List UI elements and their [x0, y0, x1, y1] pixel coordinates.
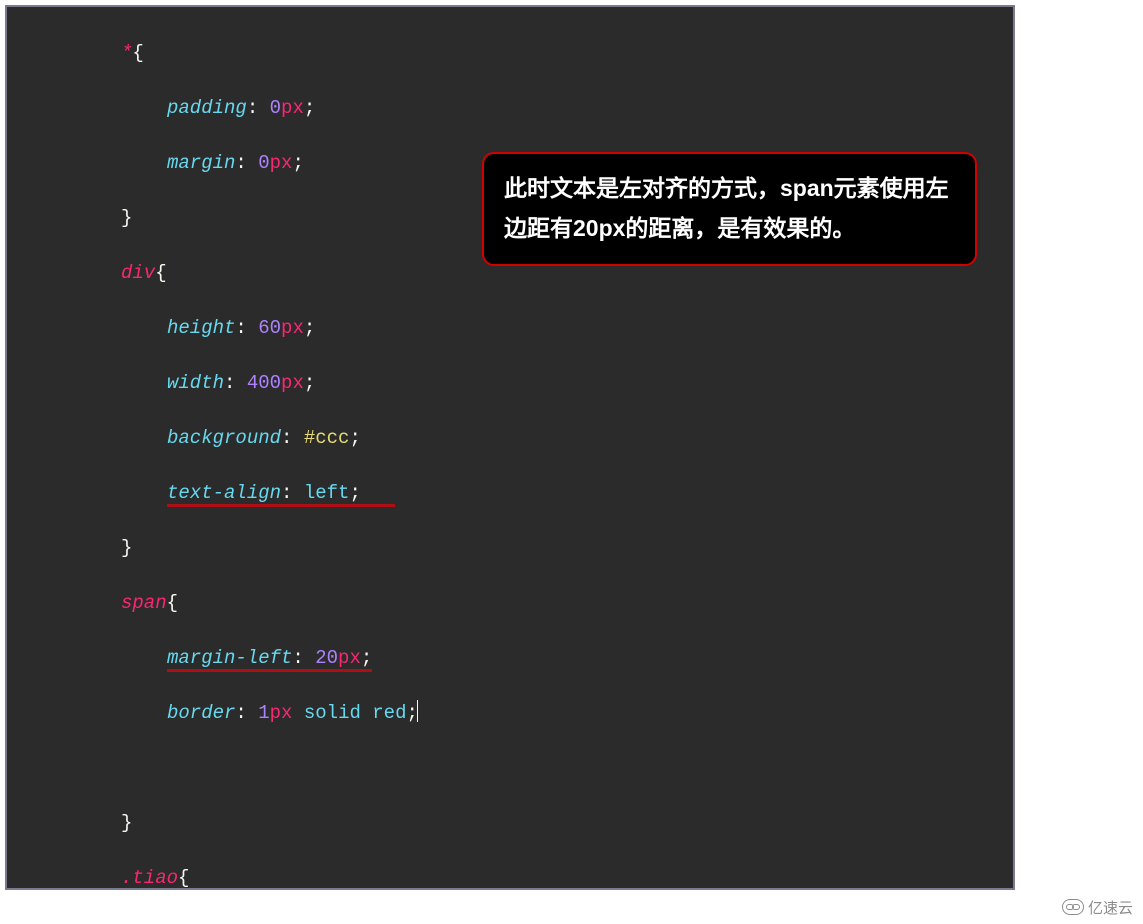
cloud-icon [1062, 899, 1084, 915]
code-editor-frame: *{ padding: 0px; margin: 0px; } div{ hei… [5, 5, 1015, 890]
annotation-callout: 此时文本是左对齐的方式，span元素使用左边距有20px的距离，是有效果的。 [482, 152, 977, 266]
underline-text-align: text-align: left; [167, 482, 395, 507]
underline-margin-left: margin-left: 20px; [167, 647, 372, 672]
annotation-text: 此时文本是左对齐的方式，span元素使用左边距有20px的距离，是有效果的。 [504, 175, 949, 241]
selector-star: * [121, 42, 132, 64]
code-area[interactable]: *{ padding: 0px; margin: 0px; } div{ hei… [7, 7, 1013, 890]
text-cursor [417, 700, 418, 722]
watermark: 亿速云 [1062, 894, 1133, 920]
watermark-text: 亿速云 [1088, 897, 1133, 918]
